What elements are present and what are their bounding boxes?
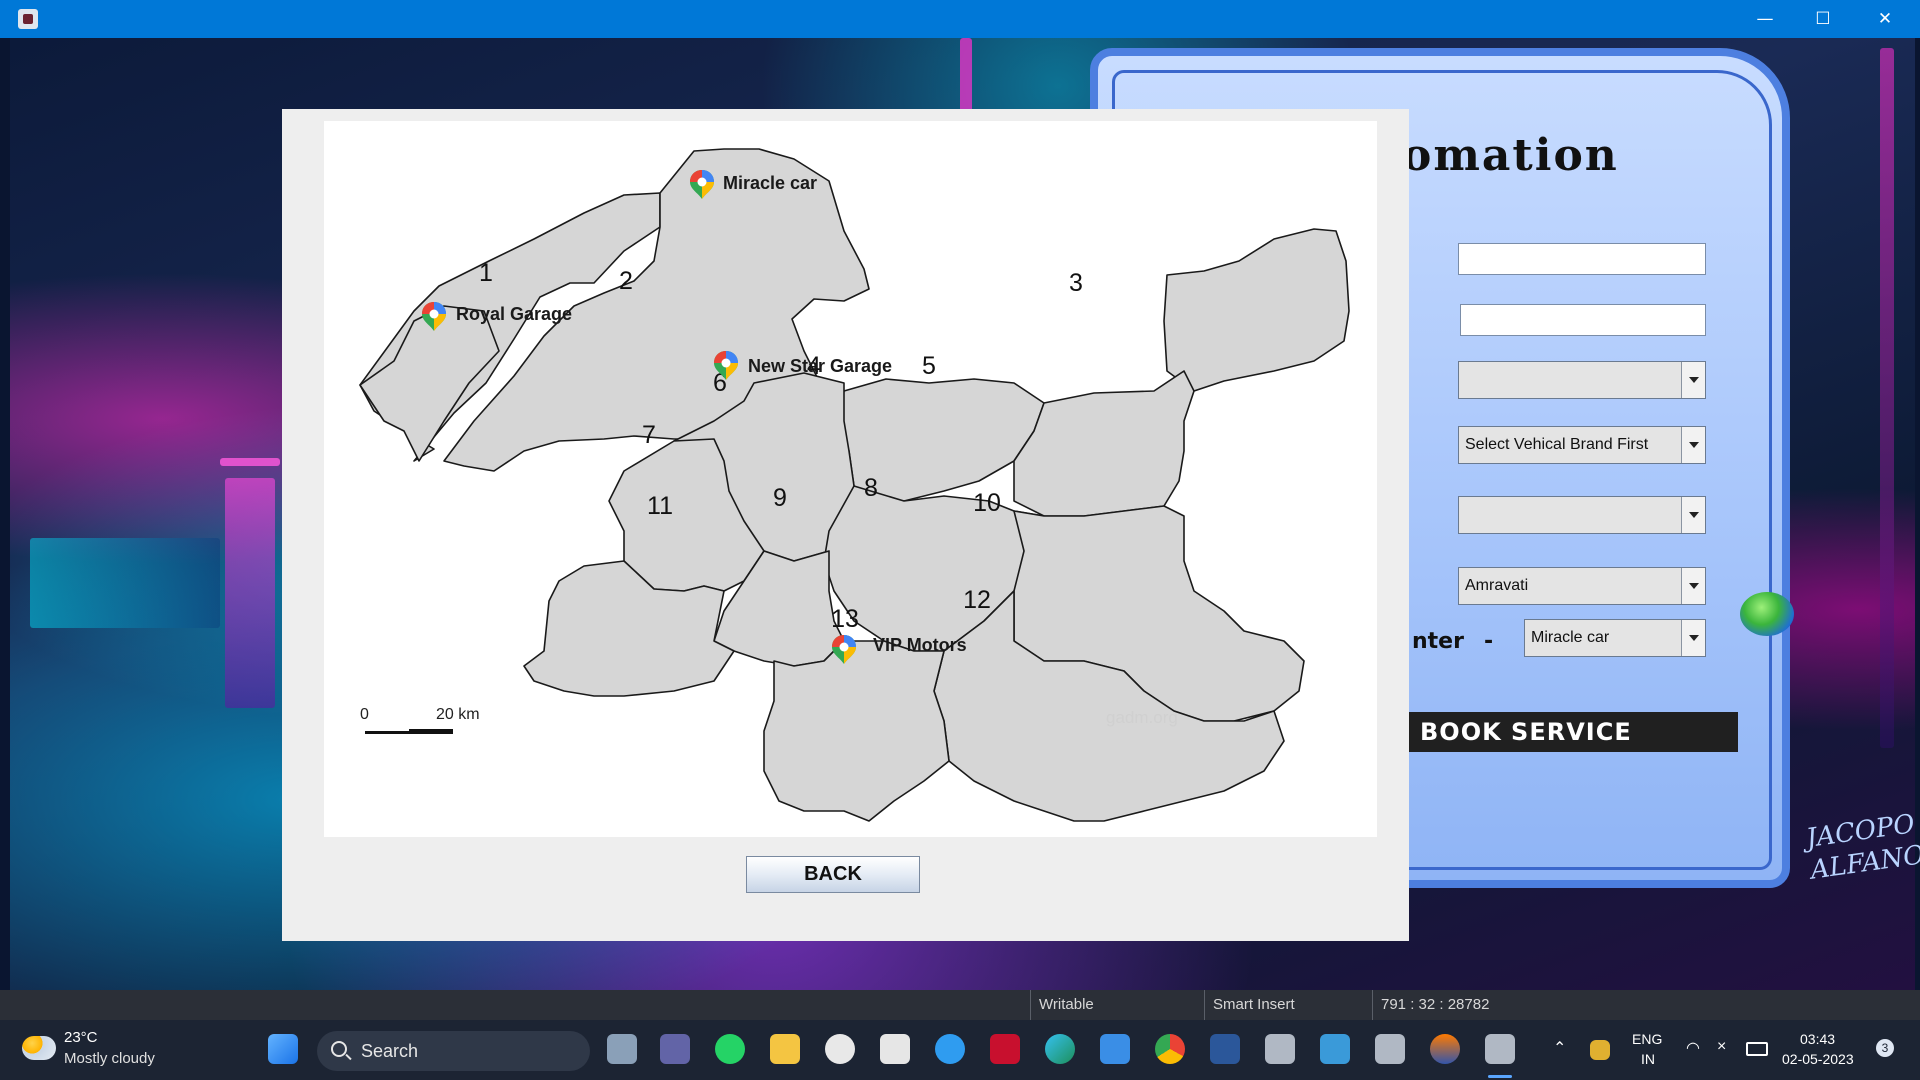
name-field[interactable] bbox=[1458, 243, 1706, 275]
clock-time[interactable]: 03:43 bbox=[1800, 1031, 1835, 1047]
title-bar: — ☐ ✕ bbox=[0, 0, 1920, 38]
service-center-value: Miracle car bbox=[1531, 629, 1610, 646]
tray-app-icon[interactable] bbox=[1590, 1040, 1610, 1060]
district-number: 9 bbox=[773, 484, 787, 512]
service-center-label: nter bbox=[1412, 629, 1464, 654]
notepad-icon[interactable] bbox=[1320, 1034, 1350, 1064]
task-view-icon[interactable] bbox=[607, 1034, 637, 1064]
weather-icon[interactable] bbox=[22, 1036, 56, 1060]
city-value: Amravati bbox=[1465, 577, 1529, 594]
book-service-button[interactable]: BOOK SERVICE bbox=[1408, 712, 1738, 752]
search-label: Search bbox=[361, 1041, 419, 1061]
chevron-down-icon bbox=[1681, 620, 1705, 656]
region-indicator[interactable]: IN bbox=[1641, 1051, 1655, 1067]
weather-description[interactable]: Mostly cloudy bbox=[64, 1050, 155, 1067]
garage-label-royal-garage[interactable]: Royal Garage bbox=[456, 304, 572, 324]
search-box[interactable]: Search bbox=[317, 1031, 590, 1071]
district-number: 12 bbox=[963, 586, 991, 614]
app-icon-circle[interactable] bbox=[825, 1034, 855, 1064]
city-select[interactable]: Amravati bbox=[1458, 567, 1706, 605]
chevron-down-icon bbox=[1681, 568, 1705, 604]
district-3[interactable] bbox=[1163, 228, 1350, 392]
district-number: 7 bbox=[642, 421, 656, 449]
edge-icon[interactable] bbox=[1045, 1034, 1075, 1064]
neon-strip bbox=[220, 458, 280, 466]
active-app-indicator bbox=[1488, 1075, 1512, 1078]
search-icon bbox=[331, 1041, 347, 1057]
garage-label-vip-motors[interactable]: VIP Motors bbox=[873, 635, 967, 655]
language-indicator[interactable]: ENG bbox=[1632, 1031, 1662, 1047]
taskbar: 23°C Mostly cloudy Search ⌃ ENG IN ◠ × 0… bbox=[0, 1020, 1920, 1080]
contact-field[interactable] bbox=[1460, 304, 1706, 336]
vehicle-brand-select[interactable] bbox=[1458, 361, 1706, 399]
java-app-icon[interactable] bbox=[1265, 1034, 1295, 1064]
garage-label-miracle-car[interactable]: Miracle car bbox=[723, 173, 817, 193]
district-5[interactable] bbox=[1013, 370, 1195, 517]
start-icon[interactable] bbox=[268, 1034, 298, 1064]
panel-title: omation bbox=[1402, 130, 1619, 181]
neon-building bbox=[225, 478, 275, 708]
java-app-icon[interactable] bbox=[1375, 1034, 1405, 1064]
word-icon[interactable] bbox=[1210, 1034, 1240, 1064]
map-dialog: 1 2 3 4 5 6 7 8 9 10 11 12 13 Miracle ca… bbox=[282, 109, 1409, 941]
weather-temperature[interactable]: 23°C bbox=[64, 1029, 98, 1046]
battery-icon[interactable] bbox=[1746, 1042, 1768, 1056]
district-number: 13 bbox=[831, 605, 859, 633]
status-bar: Writable Smart Insert 791 : 32 : 28782 bbox=[0, 990, 1920, 1020]
back-button[interactable]: BACK bbox=[746, 856, 920, 893]
app-icon bbox=[18, 9, 38, 29]
java-app-active-icon[interactable] bbox=[1485, 1034, 1515, 1064]
mcafee-icon[interactable] bbox=[990, 1034, 1020, 1064]
help-icon[interactable] bbox=[935, 1034, 965, 1064]
service-center-dash: - bbox=[1484, 629, 1494, 654]
district-number: 10 bbox=[973, 489, 1001, 517]
vehicle-model-select[interactable]: Select Vehical Brand First bbox=[1458, 426, 1706, 464]
district-number: 5 bbox=[922, 352, 936, 380]
eclipse-icon[interactable] bbox=[1430, 1034, 1460, 1064]
district-number: 2 bbox=[619, 267, 633, 295]
district-number: 11 bbox=[647, 492, 673, 520]
map-svg: 1 2 3 4 5 6 7 8 9 10 11 12 13 Miracle ca… bbox=[359, 148, 1350, 822]
clock-date[interactable]: 02-05-2023 bbox=[1782, 1051, 1854, 1067]
status-cursor-position: 791 : 32 : 28782 bbox=[1372, 990, 1532, 1020]
globe-icon bbox=[1740, 592, 1794, 636]
scale-end-label: 20 km bbox=[436, 706, 480, 723]
map-watermark: gadm.org bbox=[1106, 708, 1178, 727]
district-number: 1 bbox=[479, 259, 493, 287]
chevron-down-icon bbox=[1681, 427, 1705, 463]
notification-badge[interactable]: 3 bbox=[1876, 1039, 1894, 1057]
district-map: 1 2 3 4 5 6 7 8 9 10 11 12 13 Miracle ca… bbox=[324, 121, 1377, 837]
chrome-icon[interactable] bbox=[1155, 1034, 1185, 1064]
photos-icon[interactable] bbox=[1100, 1034, 1130, 1064]
wifi-icon[interactable]: ◠ bbox=[1686, 1038, 1700, 1058]
status-insert-mode: Smart Insert bbox=[1204, 990, 1374, 1020]
whatsapp-icon[interactable] bbox=[715, 1034, 745, 1064]
volume-muted-icon[interactable]: × bbox=[1717, 1038, 1726, 1056]
service-center-select[interactable]: Miracle car bbox=[1524, 619, 1706, 657]
chevron-up-icon[interactable]: ⌃ bbox=[1553, 1038, 1566, 1058]
neon-strip bbox=[1880, 48, 1894, 748]
status-mode: Writable bbox=[1030, 990, 1210, 1020]
minimize-button[interactable]: — bbox=[1736, 0, 1794, 38]
neon-building bbox=[30, 538, 220, 628]
district-number: 3 bbox=[1069, 269, 1083, 297]
district-number: 8 bbox=[864, 474, 878, 502]
file-explorer-icon[interactable] bbox=[770, 1034, 800, 1064]
chevron-down-icon bbox=[1681, 362, 1705, 398]
scale-bar-segment bbox=[365, 729, 409, 731]
garage-label-new-star-garage[interactable]: New Star Garage bbox=[748, 356, 892, 376]
vehicle-model-value: Select Vehical Brand First bbox=[1465, 436, 1649, 453]
store-icon[interactable] bbox=[880, 1034, 910, 1064]
close-button[interactable]: ✕ bbox=[1856, 0, 1914, 38]
maximize-button[interactable]: ☐ bbox=[1794, 0, 1852, 38]
chevron-down-icon bbox=[1681, 497, 1705, 533]
scale-start-label: 0 bbox=[360, 706, 369, 723]
teams-icon[interactable] bbox=[660, 1034, 690, 1064]
service-type-select[interactable] bbox=[1458, 496, 1706, 534]
district-13[interactable] bbox=[763, 640, 950, 822]
